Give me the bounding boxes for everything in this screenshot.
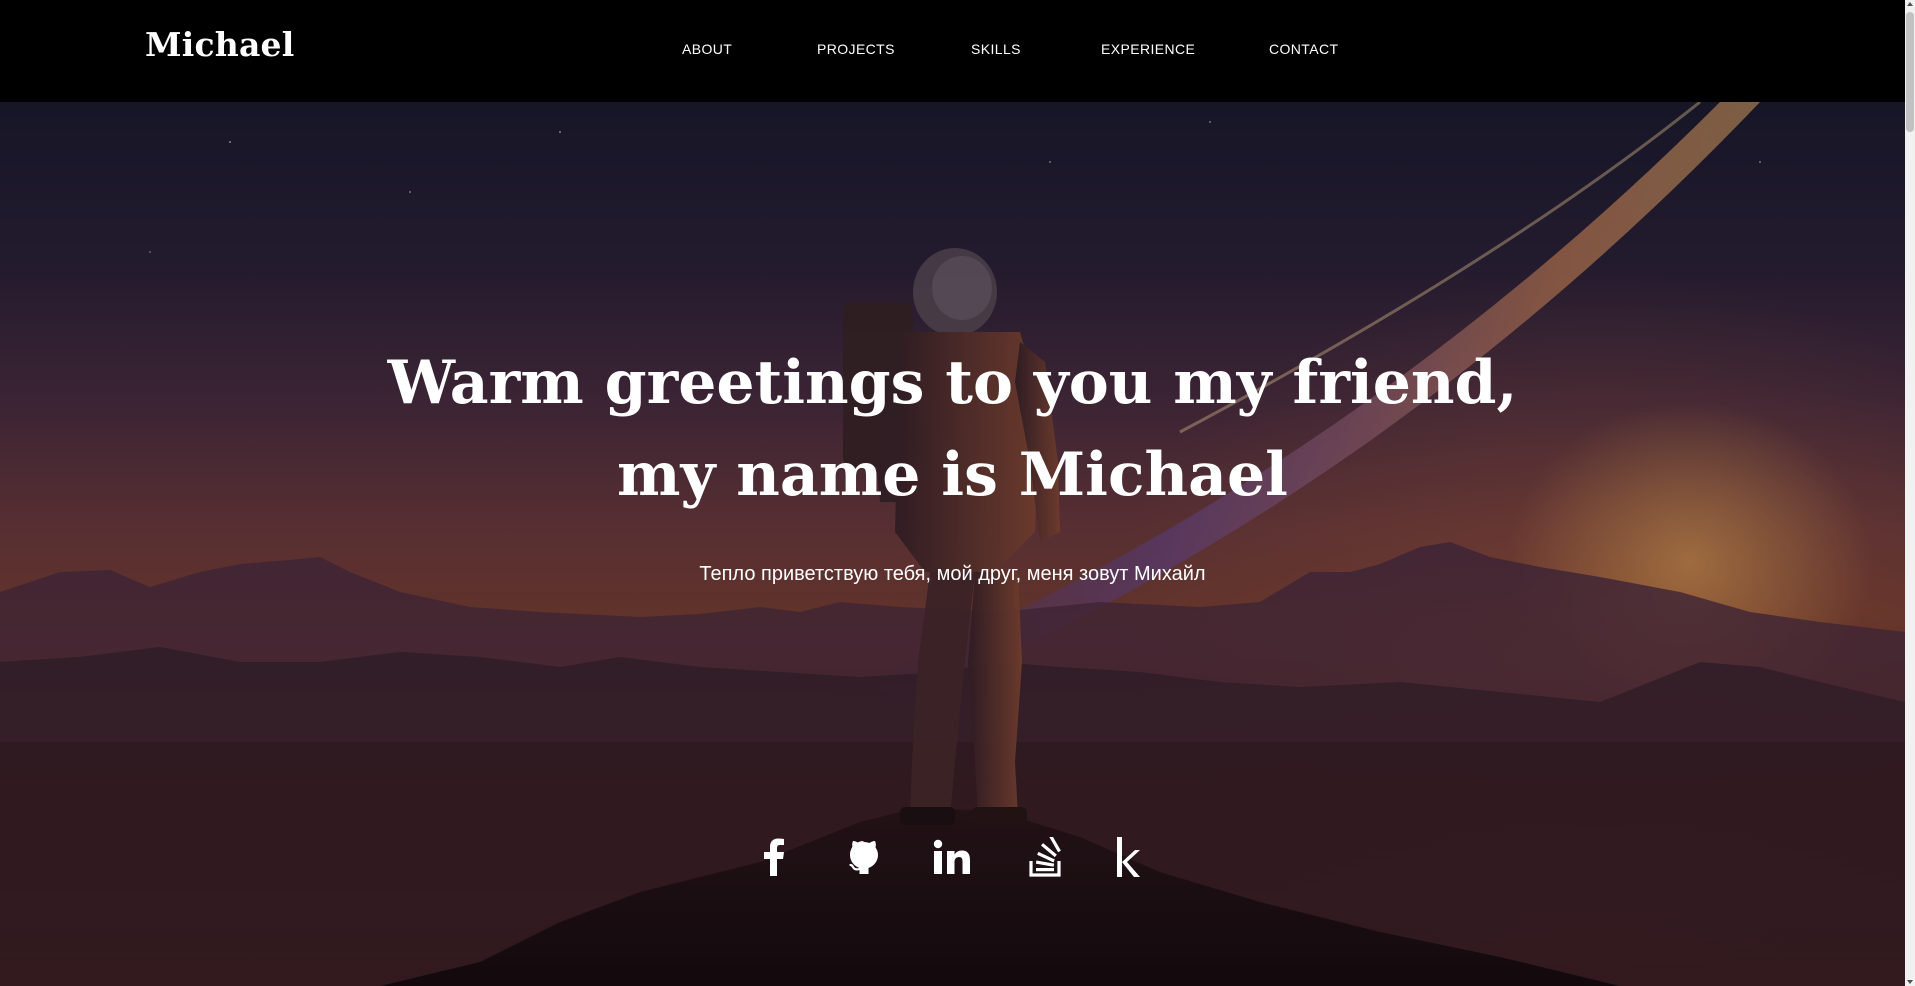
scroll-up-arrow-icon[interactable] (1907, 2, 1913, 6)
main-nav: ABOUT PROJECTS SKILLS EXPERIENCE CONTACT (0, 41, 1905, 61)
hero-subtitle: Тепло приветствую тебя, мой друг, меня з… (699, 563, 1206, 585)
page-scrollbar[interactable] (1905, 0, 1915, 986)
nav-link-experience[interactable]: EXPERIENCE (1101, 41, 1195, 57)
stackoverflow-icon (1029, 837, 1061, 877)
scrollbar-thumb[interactable] (1906, 12, 1914, 132)
hero-title-line-2: my name is Michael (617, 440, 1288, 510)
facebook-link[interactable] (752, 835, 796, 879)
facebook-icon (764, 838, 784, 876)
stackoverflow-link[interactable] (1024, 835, 1068, 879)
hero-title-line-1: Warm greetings to you my friend, (387, 348, 1518, 418)
nav-link-contact[interactable]: CONTACT (1269, 41, 1338, 57)
github-link[interactable] (842, 835, 886, 879)
kaggle-icon (1117, 837, 1140, 877)
social-links (0, 835, 1905, 879)
hero-section: Warm greetings to you my friend, my name… (0, 102, 1905, 986)
github-icon (849, 841, 878, 874)
hero-title: Warm greetings to you my friend, my name… (0, 337, 1905, 521)
kaggle-link[interactable] (1106, 835, 1150, 879)
linkedin-icon (933, 839, 970, 874)
navbar: Michael ABOUT PROJECTS SKILLS EXPERIENCE… (0, 0, 1905, 102)
nav-link-skills[interactable]: SKILLS (971, 41, 1021, 57)
linkedin-link[interactable] (930, 835, 974, 879)
nav-link-about[interactable]: ABOUT (682, 41, 732, 57)
nav-link-projects[interactable]: PROJECTS (817, 41, 895, 57)
scroll-down-arrow-icon[interactable] (1907, 980, 1913, 984)
